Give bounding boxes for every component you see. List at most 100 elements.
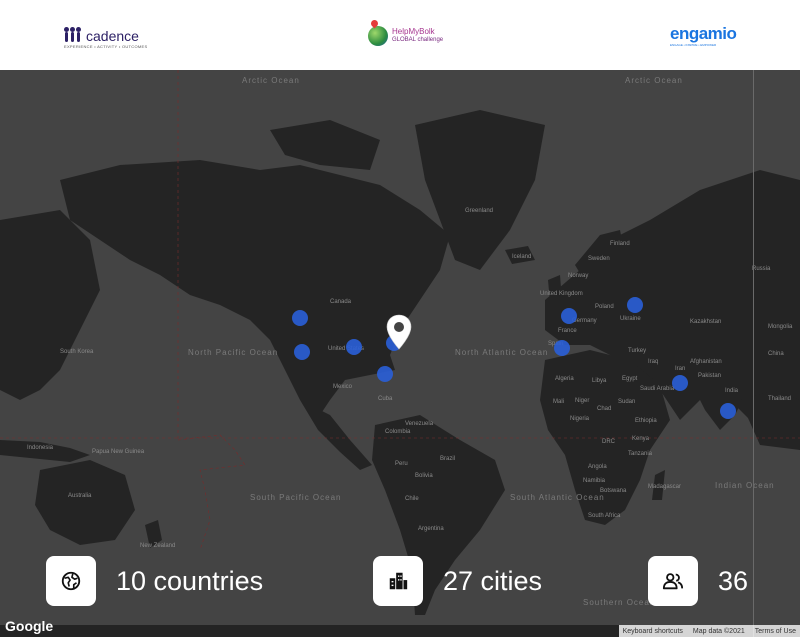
ocean-south-atlantic: South Atlantic Ocean <box>510 493 605 502</box>
helpmybolk-logo-line1: HelpMyBolk <box>392 27 435 36</box>
land-central-america <box>300 400 372 470</box>
label-india: India <box>725 388 739 394</box>
map-canvas: Arctic Ocean Arctic Ocean North Pacific … <box>0 70 800 637</box>
land-indonesia-wrap <box>0 440 90 462</box>
label-botswana: Botswana <box>600 488 627 494</box>
label-poland: Poland <box>595 304 614 310</box>
engamio-logo-text: engamio <box>670 24 737 43</box>
label-ethiopia: Ethiopia <box>635 418 657 424</box>
label-chad: Chad <box>597 406 611 412</box>
map-marker-chicago[interactable] <box>346 339 362 355</box>
label-sudan: Sudan <box>618 399 635 405</box>
map-data-label: Map data ©2021 <box>692 627 745 635</box>
people-icon <box>648 556 698 606</box>
dateline-lower <box>177 434 246 551</box>
stat-countries: 10 countries <box>46 556 263 606</box>
label-colombia: Colombia <box>385 429 411 435</box>
label-niger: Niger <box>575 398 589 404</box>
label-france: France <box>558 328 577 334</box>
label-new-zealand: New Zealand <box>140 543 175 549</box>
countries-count: 10 countries <box>116 565 264 596</box>
ocean-southern: Southern Ocean <box>583 598 655 607</box>
land-canada-islands <box>270 120 380 170</box>
cadence-logo[interactable]: cadence EXPERIENCE • ACTIVITY • OUTCOMES <box>64 22 147 50</box>
label-peru: Peru <box>395 461 408 467</box>
land-asia-west-wrap <box>0 210 100 400</box>
label-tanzania: Tanzania <box>628 451 653 457</box>
map-attribution-bar: Keyboard shortcuts Map data ©2021 Terms … <box>618 625 800 637</box>
label-egypt: Egypt <box>622 376 638 382</box>
land-australia <box>35 460 135 545</box>
label-iran: Iran <box>675 366 685 372</box>
map-pin-icon[interactable] <box>386 314 412 350</box>
cadence-mark-icon <box>64 26 82 46</box>
map-marker-kyiv[interactable] <box>627 297 643 313</box>
label-drc: DRC <box>602 439 616 445</box>
label-mexico: Mexico <box>333 384 353 390</box>
map-marker-vancouver[interactable] <box>292 310 308 326</box>
label-ukraine: Ukraine <box>620 316 641 322</box>
map-marker-madrid[interactable] <box>554 340 570 356</box>
label-brazil: Brazil <box>440 456 455 462</box>
helpmybolk-logo[interactable]: HelpMyBolk GLOBAL challenge <box>368 22 443 50</box>
label-south-africa: South Africa <box>588 513 621 519</box>
city-buildings-icon <box>373 556 423 606</box>
label-canada: Canada <box>330 299 352 305</box>
terms-of-use-link[interactable]: Terms of Use <box>755 628 796 635</box>
label-south-korea: South Korea <box>60 349 94 355</box>
map-marker-london[interactable] <box>561 308 577 324</box>
land-uk <box>548 275 562 302</box>
label-greenland: Greenland <box>465 208 493 214</box>
label-namibia: Namibia <box>583 478 606 484</box>
map-marker-dubai[interactable] <box>672 375 688 391</box>
cadence-logo-text: cadence <box>86 28 139 44</box>
label-cuba: Cuba <box>378 396 393 402</box>
stat-people: 36 <box>648 556 748 606</box>
globe-pin-icon <box>368 26 388 46</box>
header: cadence EXPERIENCE • ACTIVITY • OUTCOMES… <box>0 0 800 70</box>
label-chile: Chile <box>405 496 419 502</box>
map-marker-miami[interactable] <box>377 366 393 382</box>
label-madagascar: Madagascar <box>648 484 681 490</box>
stat-cities: 27 cities <box>373 556 542 606</box>
helpmybolk-logo-line2: GLOBAL challenge <box>392 37 444 43</box>
label-algeria: Algeria <box>555 376 574 382</box>
label-indonesia: Indonesia <box>27 445 54 451</box>
label-papua-new-guinea: Papua New Guinea <box>92 449 145 455</box>
map-wrap-divider <box>753 70 754 637</box>
label-iraq: Iraq <box>648 359 658 365</box>
cadence-tagline: EXPERIENCE • ACTIVITY • OUTCOMES <box>64 44 148 49</box>
label-thailand: Thailand <box>768 396 791 402</box>
map-marker-los-angeles[interactable] <box>294 344 310 360</box>
world-map[interactable]: Arctic Ocean Arctic Ocean North Pacific … <box>0 70 800 637</box>
label-united-kingdom: United Kingdom <box>540 291 583 297</box>
label-kazakhstan: Kazakhstan <box>690 319 721 325</box>
keyboard-shortcuts-link[interactable]: Keyboard shortcuts <box>623 628 683 635</box>
label-saudi-arabia: Saudi Arabia <box>640 386 675 392</box>
label-kenya: Kenya <box>632 436 650 442</box>
label-australia: Australia <box>68 493 92 499</box>
engamio-logo[interactable]: engamio ENGAGE • INSPIRE • EMPOWER <box>670 24 737 52</box>
label-iceland: Iceland <box>512 254 531 260</box>
label-china: China <box>768 351 784 357</box>
ocean-north-pacific: North Pacific Ocean <box>188 348 278 357</box>
label-norway: Norway <box>568 273 588 279</box>
people-count: 36 <box>718 565 749 596</box>
engamio-tagline: ENGAGE • INSPIRE • EMPOWER <box>670 43 717 47</box>
label-sweden: Sweden <box>588 256 610 262</box>
ocean-arctic-left: Arctic Ocean <box>242 76 300 85</box>
label-afghanistan: Afghanistan <box>690 359 722 365</box>
ocean-arctic-right: Arctic Ocean <box>625 76 683 85</box>
globe-icon <box>46 556 96 606</box>
ocean-south-pacific: South Pacific Ocean <box>250 493 341 502</box>
label-venezuela: Venezuela <box>405 421 434 427</box>
label-russia: Russia <box>752 266 771 272</box>
map-marker-sri-lanka[interactable] <box>720 403 736 419</box>
label-turkey: Turkey <box>628 348 646 354</box>
label-mali: Mali <box>553 399 564 405</box>
ocean-north-atlantic: North Atlantic Ocean <box>455 348 548 357</box>
label-pakistan: Pakistan <box>698 373 721 379</box>
label-bolivia: Bolivia <box>415 473 433 479</box>
ocean-indian: Indian Ocean <box>715 481 775 490</box>
google-logo[interactable]: Google <box>5 618 53 634</box>
